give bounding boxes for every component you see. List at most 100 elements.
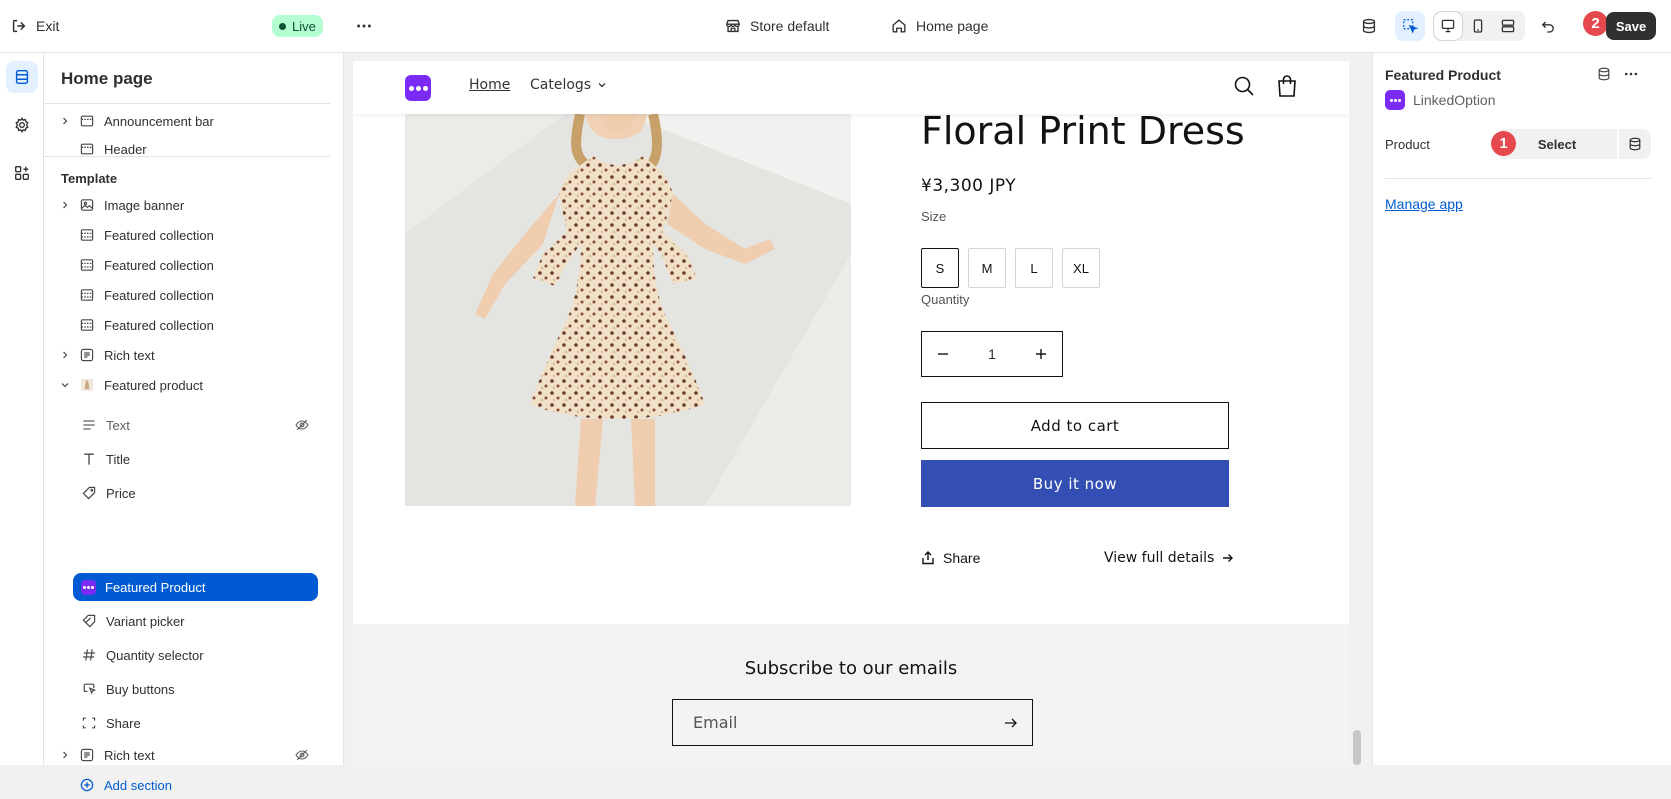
rail-apps-button[interactable]: [6, 157, 38, 189]
buy-now-button[interactable]: Buy it now: [921, 460, 1229, 507]
chevron-right-icon[interactable]: [58, 750, 72, 760]
block-label: Variant picker: [106, 613, 185, 629]
block-label: Quantity selector: [106, 647, 204, 663]
chevron-right-icon[interactable]: [58, 350, 72, 360]
fullwidth-icon: [1501, 19, 1515, 33]
nav-catalog-menu[interactable]: Catelogs: [530, 77, 607, 93]
dress-photo: [405, 114, 851, 506]
block-title[interactable]: Title: [74, 445, 318, 473]
product-image[interactable]: [405, 114, 851, 506]
section-featured-product[interactable]: Featured product: [58, 371, 318, 399]
quantity-stepper: 1: [921, 331, 1063, 377]
share-button[interactable]: Share: [921, 550, 980, 566]
divider: [44, 103, 330, 104]
block-quantity-selector[interactable]: Quantity selector: [74, 641, 318, 669]
database-icon: [1362, 18, 1376, 34]
live-label: Live: [292, 18, 316, 34]
apps-icon: [15, 166, 29, 180]
divider: [44, 156, 330, 157]
image-icon: [78, 196, 96, 214]
page-selector[interactable]: Home page: [890, 14, 988, 38]
save-button[interactable]: Save: [1606, 12, 1656, 40]
cart-icon[interactable]: [1276, 74, 1298, 98]
section-header[interactable]: Header: [58, 135, 318, 163]
inspector-toggle-button[interactable]: [1395, 11, 1425, 41]
step-badge-save: 2: [1583, 11, 1608, 36]
section-rich-text[interactable]: Rich text: [58, 341, 318, 369]
theme-label: Store default: [750, 18, 830, 34]
section-image-banner[interactable]: Image banner: [58, 191, 318, 219]
eye-off-icon[interactable]: [294, 417, 310, 433]
more-actions-button[interactable]: [352, 14, 376, 38]
store-header: Home Catelogs: [353, 61, 1349, 114]
section-announcement-bar[interactable]: Announcement bar: [58, 107, 318, 135]
fullwidth-view-button[interactable]: [1494, 12, 1522, 40]
database-icon[interactable]: [1596, 66, 1612, 82]
add-section-button[interactable]: Add section: [58, 771, 318, 799]
dynamic-source-button[interactable]: [1619, 129, 1651, 159]
size-option-xl[interactable]: XL: [1062, 248, 1100, 288]
database-icon: [1629, 137, 1641, 151]
theme-selector[interactable]: Store default: [724, 14, 829, 38]
product-setting-label: Product: [1385, 137, 1430, 152]
rail-settings-button[interactable]: [6, 109, 38, 141]
size-option-l[interactable]: L: [1015, 248, 1053, 288]
newsletter-title: Subscribe to our emails: [744, 658, 958, 679]
search-icon[interactable]: [1233, 75, 1255, 97]
collection-icon: [78, 226, 96, 244]
sections-icon: [15, 69, 29, 85]
chevron-right-icon[interactable]: [58, 200, 72, 210]
store-logo[interactable]: [405, 75, 431, 101]
block-price[interactable]: Price: [74, 479, 318, 507]
rail-sections-button[interactable]: [6, 61, 38, 93]
left-rail: [0, 53, 44, 765]
section-featured-collection[interactable]: Featured collection: [58, 251, 318, 279]
minus-icon[interactable]: [936, 347, 950, 361]
size-option-s[interactable]: S: [921, 248, 959, 288]
product-thumbnail-icon: [78, 376, 96, 394]
section-featured-collection[interactable]: Featured collection: [58, 281, 318, 309]
eye-off-icon[interactable]: [294, 747, 310, 763]
block-label: Buy buttons: [106, 681, 175, 697]
undo-button[interactable]: [1533, 11, 1563, 41]
chevron-down-icon[interactable]: [58, 380, 72, 390]
arrow-right-icon[interactable]: [1004, 716, 1018, 730]
text-block-icon: [78, 746, 96, 764]
size-option-m[interactable]: M: [968, 248, 1006, 288]
block-text[interactable]: Text: [74, 411, 318, 439]
desktop-view-button[interactable]: [1434, 12, 1462, 40]
chevron-right-icon[interactable]: [58, 116, 72, 126]
add-to-cart-button[interactable]: Add to cart: [921, 402, 1229, 449]
section-featured-collection[interactable]: Featured collection: [58, 311, 318, 339]
mobile-view-button[interactable]: [1464, 12, 1492, 40]
block-featured-product-app[interactable]: Featured Product: [73, 573, 318, 601]
manage-app-link[interactable]: Manage app: [1385, 196, 1463, 212]
view-full-details-link[interactable]: View full details: [1104, 550, 1234, 566]
product-price: ¥3,300 JPY: [921, 176, 1017, 196]
email-field[interactable]: Email: [672, 699, 1033, 746]
sections-sidebar: Home page Announcement bar Header Templa…: [44, 53, 344, 793]
more-horizontal-icon[interactable]: [1623, 66, 1639, 82]
block-label: Title: [106, 451, 131, 467]
block-label: Price: [106, 485, 136, 501]
section-label: Featured collection: [104, 227, 214, 243]
exit-icon: [12, 19, 26, 33]
mobile-icon: [1473, 19, 1483, 33]
newsletter-section: Subscribe to our emails Email: [353, 624, 1349, 765]
store-icon: [726, 19, 740, 33]
block-buy-buttons[interactable]: Buy buttons: [74, 675, 318, 703]
collection-icon: [78, 256, 96, 274]
email-placeholder: Email: [693, 713, 738, 732]
exit-button[interactable]: Exit: [10, 14, 59, 38]
quantity-value[interactable]: 1: [988, 346, 996, 362]
database-button[interactable]: [1354, 11, 1384, 41]
nav-home-link[interactable]: Home: [469, 77, 510, 93]
collection-icon: [78, 316, 96, 334]
preview-scrollbar[interactable]: [1353, 730, 1361, 765]
app-logo-icon: [1385, 90, 1405, 110]
section-featured-collection[interactable]: Featured collection: [58, 221, 318, 249]
block-variant-picker[interactable]: Variant picker: [74, 607, 318, 635]
plus-icon[interactable]: [1034, 347, 1048, 361]
block-share[interactable]: Share: [74, 709, 318, 737]
select-cursor-icon: [1403, 19, 1419, 34]
